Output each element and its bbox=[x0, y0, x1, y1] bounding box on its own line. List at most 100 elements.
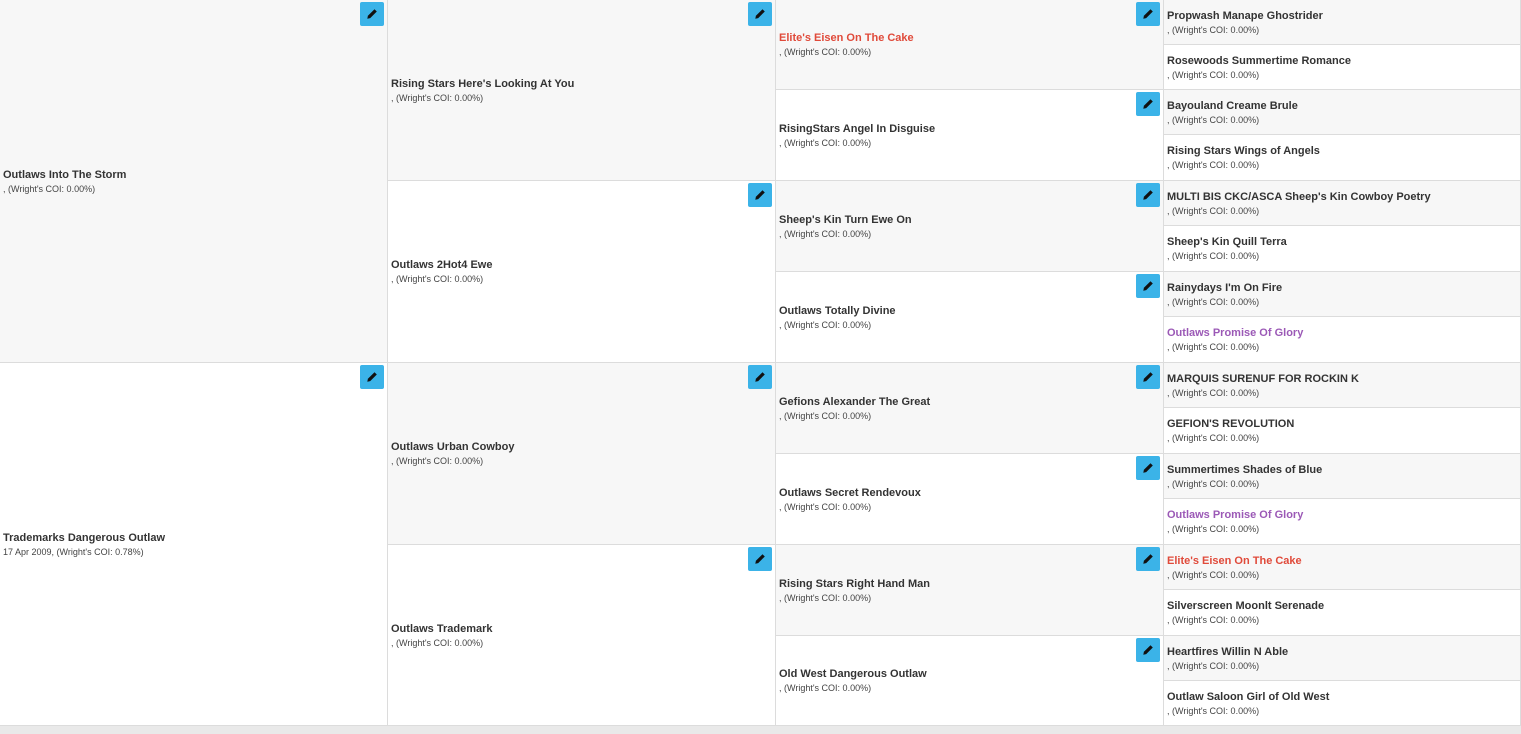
dog-name[interactable]: Elite's Eisen On The Cake bbox=[1167, 554, 1520, 568]
pedigree-cell-gen3: Old West Dangerous Outlaw , (Wright's CO… bbox=[776, 636, 1164, 726]
dog-name[interactable]: Trademarks Dangerous Outlaw bbox=[3, 531, 387, 545]
pencil-icon bbox=[1143, 372, 1153, 382]
dog-info: , (Wright's COI: 0.00%) bbox=[779, 319, 872, 330]
edit-button[interactable] bbox=[748, 547, 772, 571]
dog-info: , (Wright's COI: 0.00%) bbox=[1167, 569, 1260, 580]
pencil-icon bbox=[755, 9, 765, 19]
dog-info: , (Wright's COI: 0.00%) bbox=[391, 274, 484, 284]
dog-name[interactable]: MARQUIS SURENUF FOR ROCKIN K bbox=[1167, 372, 1520, 386]
pedigree-cell-gen2: Outlaws Urban Cowboy , (Wright's COI: 0.… bbox=[388, 363, 776, 545]
pedigree-cell-gen4: Rainydays I'm On Fire , (Wright's COI: 0… bbox=[1164, 272, 1521, 317]
dog-name[interactable]: GEFION'S REVOLUTION bbox=[1167, 417, 1520, 431]
dog-info: , (Wright's COI: 0.00%) bbox=[1167, 251, 1260, 261]
dog-name[interactable]: Heartfires Willin N Able bbox=[1167, 645, 1520, 659]
edit-button[interactable] bbox=[1136, 2, 1160, 26]
dog-info: , (Wright's COI: 0.00%) bbox=[779, 683, 872, 693]
pencil-icon bbox=[755, 372, 765, 382]
dog-name[interactable]: Old West Dangerous Outlaw bbox=[779, 667, 1163, 681]
pedigree-cell-gen4: Rosewoods Summertime Romance , (Wright's… bbox=[1164, 45, 1521, 90]
pencil-icon bbox=[1143, 281, 1153, 291]
bottom-scroll-strip bbox=[0, 726, 1521, 734]
pedigree-cell-gen4: Rising Stars Wings of Angels , (Wright's… bbox=[1164, 135, 1521, 181]
edit-button[interactable] bbox=[1136, 547, 1160, 571]
dog-name[interactable]: Outlaws Promise Of Glory bbox=[1167, 508, 1520, 522]
pedigree-cell-gen4: Bayouland Creame Brule , (Wright's COI: … bbox=[1164, 90, 1521, 135]
dog-info: , (Wright's COI: 0.00%) bbox=[1167, 387, 1260, 398]
edit-button[interactable] bbox=[1136, 638, 1160, 662]
pedigree-cell-gen4: Outlaw Saloon Girl of Old West , (Wright… bbox=[1164, 681, 1521, 726]
edit-button[interactable] bbox=[360, 2, 384, 26]
pedigree-cell-gen1: Outlaws Into The Storm , (Wright's COI: … bbox=[0, 0, 388, 363]
pedigree-cell-gen4: Propwash Manape Ghostrider , (Wright's C… bbox=[1164, 0, 1521, 45]
pedigree-cell-gen1: Trademarks Dangerous Outlaw 17 Apr 2009,… bbox=[0, 363, 388, 726]
dog-name[interactable]: Rising Stars Here's Looking At You bbox=[391, 77, 775, 91]
pencil-icon bbox=[1143, 645, 1153, 655]
dog-name[interactable]: Sheep's Kin Quill Terra bbox=[1167, 235, 1520, 249]
dog-name[interactable]: Outlaws 2Hot4 Ewe bbox=[391, 258, 775, 272]
edit-button[interactable] bbox=[1136, 183, 1160, 207]
dog-name[interactable]: Outlaws Secret Rendevoux bbox=[779, 486, 1163, 500]
dog-name[interactable]: Rainydays I'm On Fire bbox=[1167, 281, 1520, 295]
pedigree-cell-gen4: Elite's Eisen On The Cake , (Wright's CO… bbox=[1164, 545, 1521, 590]
dog-name[interactable]: Silverscreen Moonlt Serenade bbox=[1167, 599, 1520, 613]
dog-info: , (Wright's COI: 0.00%) bbox=[1167, 205, 1260, 216]
dog-info: 17 Apr 2009, (Wright's COI: 0.78%) bbox=[3, 546, 144, 557]
pedigree-cell-gen4: Outlaws Promise Of Glory , (Wright's COI… bbox=[1164, 499, 1521, 545]
dog-info: , (Wright's COI: 0.00%) bbox=[391, 637, 484, 648]
pedigree-cell-gen4: Sheep's Kin Quill Terra , (Wright's COI:… bbox=[1164, 226, 1521, 272]
edit-button[interactable] bbox=[748, 2, 772, 26]
pedigree-cell-gen3: RisingStars Angel In Disguise , (Wright'… bbox=[776, 90, 1164, 181]
dog-name[interactable]: Sheep's Kin Turn Ewe On bbox=[779, 213, 1163, 227]
dog-name[interactable]: Rosewoods Summertime Romance bbox=[1167, 54, 1520, 68]
dog-info: , (Wright's COI: 0.00%) bbox=[1167, 114, 1260, 125]
dog-name[interactable]: Outlaws Urban Cowboy bbox=[391, 440, 775, 454]
dog-name[interactable]: Summertimes Shades of Blue bbox=[1167, 463, 1520, 477]
edit-button[interactable] bbox=[748, 365, 772, 389]
pedigree-cell-gen3: Outlaws Secret Rendevoux , (Wright's COI… bbox=[776, 454, 1164, 545]
pedigree-cell-gen4: MULTI BIS CKC/ASCA Sheep's Kin Cowboy Po… bbox=[1164, 181, 1521, 226]
pencil-icon bbox=[1143, 554, 1153, 564]
dog-info: , (Wright's COI: 0.00%) bbox=[1167, 660, 1260, 671]
dog-info: , (Wright's COI: 0.00%) bbox=[779, 47, 872, 57]
edit-button[interactable] bbox=[1136, 365, 1160, 389]
pedigree-cell-gen2: Outlaws 2Hot4 Ewe , (Wright's COI: 0.00%… bbox=[388, 181, 776, 363]
dog-name[interactable]: Bayouland Creame Brule bbox=[1167, 99, 1520, 113]
edit-button[interactable] bbox=[1136, 92, 1160, 116]
pedigree-cell-gen3: Sheep's Kin Turn Ewe On , (Wright's COI:… bbox=[776, 181, 1164, 272]
dog-name[interactable]: Rising Stars Wings of Angels bbox=[1167, 144, 1520, 158]
pedigree-cell-gen4: GEFION'S REVOLUTION , (Wright's COI: 0.0… bbox=[1164, 408, 1521, 454]
pencil-icon bbox=[755, 554, 765, 564]
dog-name[interactable]: Rising Stars Right Hand Man bbox=[779, 577, 1163, 591]
dog-name[interactable]: RisingStars Angel In Disguise bbox=[779, 122, 1163, 136]
pedigree-cell-gen3: Outlaws Totally Divine , (Wright's COI: … bbox=[776, 272, 1164, 363]
pedigree-cell-gen3: Elite's Eisen On The Cake , (Wright's CO… bbox=[776, 0, 1164, 90]
dog-name[interactable]: Gefions Alexander The Great bbox=[779, 395, 1163, 409]
edit-button[interactable] bbox=[748, 183, 772, 207]
dog-name[interactable]: Outlaws Trademark bbox=[391, 622, 775, 636]
dog-info: , (Wright's COI: 0.00%) bbox=[1167, 478, 1260, 489]
edit-button[interactable] bbox=[1136, 456, 1160, 480]
dog-name[interactable]: Outlaws Into The Storm bbox=[3, 168, 387, 182]
dog-info: , (Wright's COI: 0.00%) bbox=[779, 137, 872, 148]
dog-name[interactable]: Outlaws Totally Divine bbox=[779, 304, 1163, 318]
dog-name[interactable]: MULTI BIS CKC/ASCA Sheep's Kin Cowboy Po… bbox=[1167, 190, 1520, 204]
dog-info: , (Wright's COI: 0.00%) bbox=[1167, 524, 1260, 534]
dog-info: , (Wright's COI: 0.00%) bbox=[779, 501, 872, 512]
pedigree-cell-gen2: Outlaws Trademark , (Wright's COI: 0.00%… bbox=[388, 545, 776, 726]
dog-name[interactable]: Elite's Eisen On The Cake bbox=[779, 31, 1163, 45]
dog-name[interactable]: Propwash Manape Ghostrider bbox=[1167, 9, 1520, 23]
dog-info: , (Wright's COI: 0.00%) bbox=[1167, 160, 1260, 170]
dog-info: , (Wright's COI: 0.00%) bbox=[1167, 705, 1260, 716]
dog-name[interactable]: Outlaw Saloon Girl of Old West bbox=[1167, 690, 1520, 704]
edit-button[interactable] bbox=[360, 365, 384, 389]
dog-info: , (Wright's COI: 0.00%) bbox=[779, 228, 872, 239]
dog-info: , (Wright's COI: 0.00%) bbox=[1167, 433, 1260, 443]
pencil-icon bbox=[755, 190, 765, 200]
pedigree-cell-gen4: Outlaws Promise Of Glory , (Wright's COI… bbox=[1164, 317, 1521, 363]
pencil-icon bbox=[1143, 190, 1153, 200]
edit-button[interactable] bbox=[1136, 274, 1160, 298]
dog-name[interactable]: Outlaws Promise Of Glory bbox=[1167, 326, 1520, 340]
dog-info: , (Wright's COI: 0.00%) bbox=[779, 592, 872, 603]
dog-info: , (Wright's COI: 0.00%) bbox=[391, 92, 484, 103]
pedigree-cell-gen2: Rising Stars Here's Looking At You , (Wr… bbox=[388, 0, 776, 181]
